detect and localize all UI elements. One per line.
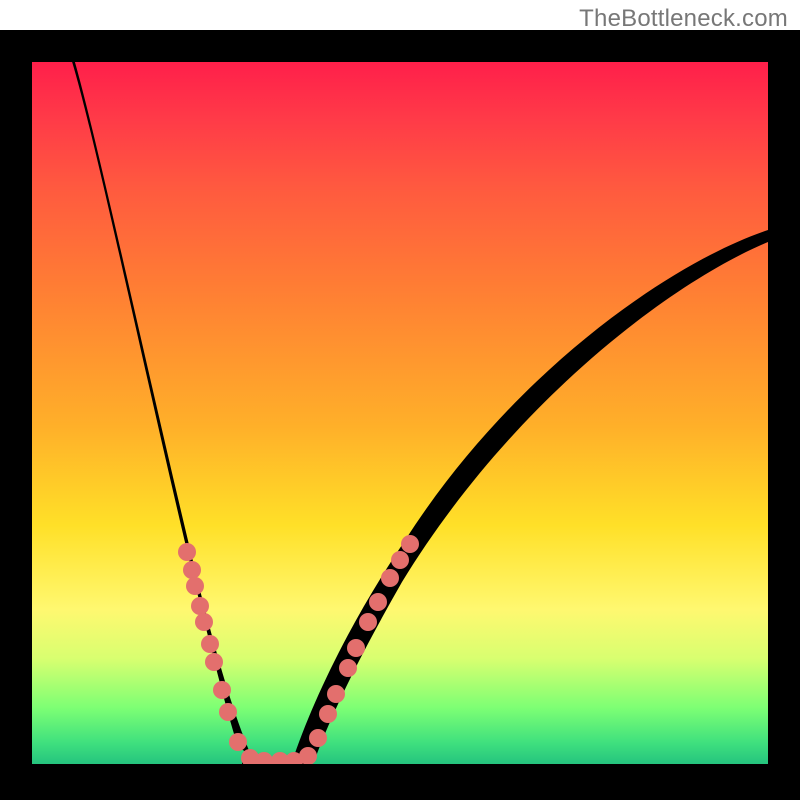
data-point	[229, 733, 247, 751]
data-point	[391, 551, 409, 569]
data-point	[369, 593, 387, 611]
chart-root: TheBottleneck.com	[0, 0, 800, 800]
data-point	[327, 685, 345, 703]
scatter-points	[178, 535, 419, 764]
data-point	[201, 635, 219, 653]
data-point	[178, 543, 196, 561]
data-point	[183, 561, 201, 579]
data-point	[219, 703, 237, 721]
plot-frame	[0, 30, 800, 800]
data-point	[381, 569, 399, 587]
data-point	[319, 705, 337, 723]
data-point	[213, 681, 231, 699]
data-point	[347, 639, 365, 657]
data-point	[191, 597, 209, 615]
data-point	[401, 535, 419, 553]
data-point	[205, 653, 223, 671]
data-point	[186, 577, 204, 595]
watermark-text: TheBottleneck.com	[579, 5, 788, 33]
right-curve	[292, 230, 768, 762]
left-curve	[69, 62, 262, 762]
data-point	[309, 729, 327, 747]
data-point	[339, 659, 357, 677]
data-point	[195, 613, 213, 631]
data-point	[359, 613, 377, 631]
curves-svg	[32, 62, 768, 764]
